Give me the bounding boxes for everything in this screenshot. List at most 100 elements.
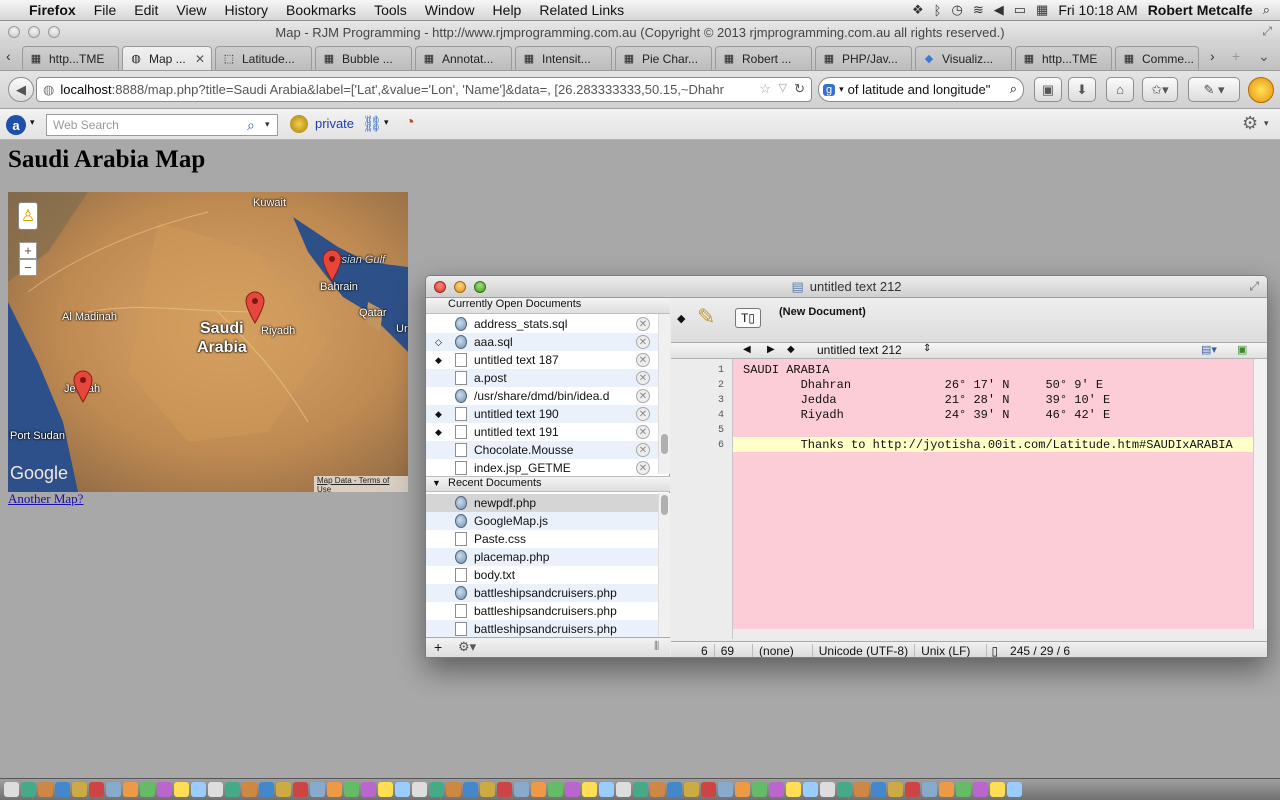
web-search-input[interactable]: Web Search ⌕ ▾ [46, 114, 278, 136]
recent-documents-header[interactable]: ▼ Recent Documents [426, 476, 670, 492]
dock-app-icon[interactable] [191, 782, 206, 797]
tab-scroll-right-icon[interactable]: › [1210, 48, 1215, 64]
text-line[interactable]: Riyadh 24° 39' N 46° 42' E [743, 408, 1111, 422]
menu-user[interactable]: Robert Metcalfe [1148, 2, 1253, 18]
dock-app-icon[interactable] [463, 782, 478, 797]
text-line[interactable]: Jedda 21° 28' N 39° 10' E [743, 393, 1111, 407]
link-icon[interactable]: ⛓ [362, 114, 382, 134]
close-document-icon[interactable]: ✕ [636, 425, 650, 439]
google-logo[interactable]: Google [10, 463, 68, 484]
close-tab-icon[interactable]: ✕ [195, 52, 205, 66]
dock-app-icon[interactable] [582, 782, 597, 797]
url-dropdown-icon[interactable]: ▽ [779, 81, 787, 94]
status-line-endings[interactable]: Unix (LF) [915, 643, 988, 657]
dock-app-icon[interactable] [565, 782, 580, 797]
dock-app-icon[interactable] [820, 782, 835, 797]
menu-tools[interactable]: Tools [365, 2, 416, 18]
zoom-window-icon[interactable] [48, 26, 60, 38]
menu-file[interactable]: File [85, 2, 126, 18]
menu-help[interactable]: Help [484, 2, 531, 18]
dock-app-icon[interactable] [225, 782, 240, 797]
menu-history[interactable]: History [215, 2, 277, 18]
dock-app-icon[interactable] [21, 782, 36, 797]
open-document-item[interactable]: a.post ✕ [426, 369, 658, 387]
gear-dropdown-icon[interactable]: ▾ [1264, 118, 1269, 129]
editor-zoom-icon[interactable] [474, 281, 486, 293]
dock-app-icon[interactable] [871, 782, 886, 797]
drawer-gear-icon[interactable]: ⚙▾ [458, 639, 476, 655]
close-document-icon[interactable]: ✕ [636, 317, 650, 331]
dock-app-icon[interactable] [361, 782, 376, 797]
dock-app-icon[interactable] [480, 782, 495, 797]
addon-button[interactable]: ✎ ▾ [1188, 77, 1240, 102]
fullscreen-icon[interactable]: ⤢ [1262, 24, 1272, 39]
dock-app-icon[interactable] [1007, 782, 1022, 797]
dock-app-icon[interactable] [769, 782, 784, 797]
street-view-pegman-icon[interactable]: ♙ [18, 202, 38, 230]
dock-app-icon[interactable] [259, 782, 274, 797]
tab-3[interactable]: ▦ Bubble ... [315, 46, 412, 70]
open-document-item[interactable]: Chocolate.Mousse ✕ [426, 441, 658, 459]
next-document-icon[interactable]: ▶ [767, 344, 775, 355]
editor-vertical-scrollbar[interactable] [1253, 359, 1267, 629]
ask-dropdown-icon[interactable]: ▾ [30, 117, 35, 128]
menu-app-name[interactable]: Firefox [25, 2, 85, 18]
close-window-icon[interactable] [8, 26, 20, 38]
minimize-window-icon[interactable] [28, 26, 40, 38]
search-dropdown-icon[interactable]: ▾ [265, 119, 270, 130]
private-label[interactable]: private [315, 116, 354, 131]
tab-2[interactable]: ⬚ Latitude... [215, 46, 312, 70]
back-button[interactable]: ◀ [8, 77, 34, 102]
dock-app-icon[interactable] [633, 782, 648, 797]
text-line[interactable]: SAUDI ARABIA [743, 363, 829, 377]
text-editor-area[interactable]: SAUDI ARABIA Dhahran 26° 17' N 50° 9' E … [733, 359, 1253, 629]
flag-icon[interactable]: ▦ [1036, 2, 1048, 18]
dock-app-icon[interactable] [531, 782, 546, 797]
open-document-item[interactable]: ◆ untitled text 190 ✕ [426, 405, 658, 423]
dock-app-icon[interactable] [616, 782, 631, 797]
tab-7[interactable]: ▦ Robert ... [715, 46, 812, 70]
battery-icon[interactable]: ▭ [1014, 2, 1026, 18]
dock-app-icon[interactable] [939, 782, 954, 797]
tab-6[interactable]: ▦ Pie Char... [615, 46, 712, 70]
dock-app-icon[interactable] [837, 782, 852, 797]
site-identity-icon[interactable]: ◍ [43, 82, 54, 98]
dock-app-icon[interactable] [242, 782, 257, 797]
tab-list-icon[interactable]: ⌄ [1258, 48, 1270, 65]
downloads-button[interactable]: ⬇ [1068, 77, 1096, 102]
time-machine-icon[interactable]: ◷ [951, 2, 962, 18]
open-docs-scrollbar[interactable] [658, 314, 670, 474]
dock-app-icon[interactable] [718, 782, 733, 797]
dock-app-icon[interactable] [854, 782, 869, 797]
map-attribution[interactable]: Map Data - Terms of Use [314, 476, 408, 492]
dock-app-icon[interactable] [310, 782, 325, 797]
private-globe-icon[interactable] [290, 115, 308, 133]
status-language[interactable]: (none) [753, 643, 813, 657]
tab-scroll-left-icon[interactable]: ‹ [6, 48, 11, 64]
document-proxy-icon[interactable]: ▤ [791, 279, 803, 295]
search-icon[interactable]: ⌕ [1010, 81, 1017, 97]
open-document-item[interactable]: ◇ aaa.sql ✕ [426, 333, 658, 351]
zoom-in-button[interactable]: + [19, 242, 37, 259]
text-options-icon[interactable]: T▯ [735, 308, 761, 328]
dock-app-icon[interactable] [89, 782, 104, 797]
url-bar[interactable]: ◍ localhost:8888/map.php?title=Saudi Ara… [36, 77, 812, 102]
dock-app-icon[interactable] [327, 782, 342, 797]
resize-handle-icon[interactable]: ⦀ [654, 639, 659, 654]
tab-4[interactable]: ▦ Annotat... [415, 46, 512, 70]
spotlight-icon[interactable]: ⌕ [1263, 2, 1270, 18]
dock-app-icon[interactable] [395, 782, 410, 797]
dock-app-icon[interactable] [157, 782, 172, 797]
tab-1[interactable]: ◍ Map ... ✕ [122, 46, 212, 70]
dock-app-icon[interactable] [344, 782, 359, 797]
recent-document-item[interactable]: battleshipsandcruisers.php [426, 620, 658, 638]
dock-app-icon[interactable] [752, 782, 767, 797]
dock-app-icon[interactable] [803, 782, 818, 797]
dock-app-icon[interactable] [378, 782, 393, 797]
menu-window[interactable]: Window [416, 2, 484, 18]
dock-app-icon[interactable] [72, 782, 87, 797]
firefox-sync-icon[interactable] [1248, 77, 1274, 103]
recent-document-item[interactable]: placemap.php [426, 548, 658, 566]
another-map-link[interactable]: Another Map? [8, 491, 83, 507]
open-document-item[interactable]: index.jsp_GETME ✕ [426, 459, 658, 477]
